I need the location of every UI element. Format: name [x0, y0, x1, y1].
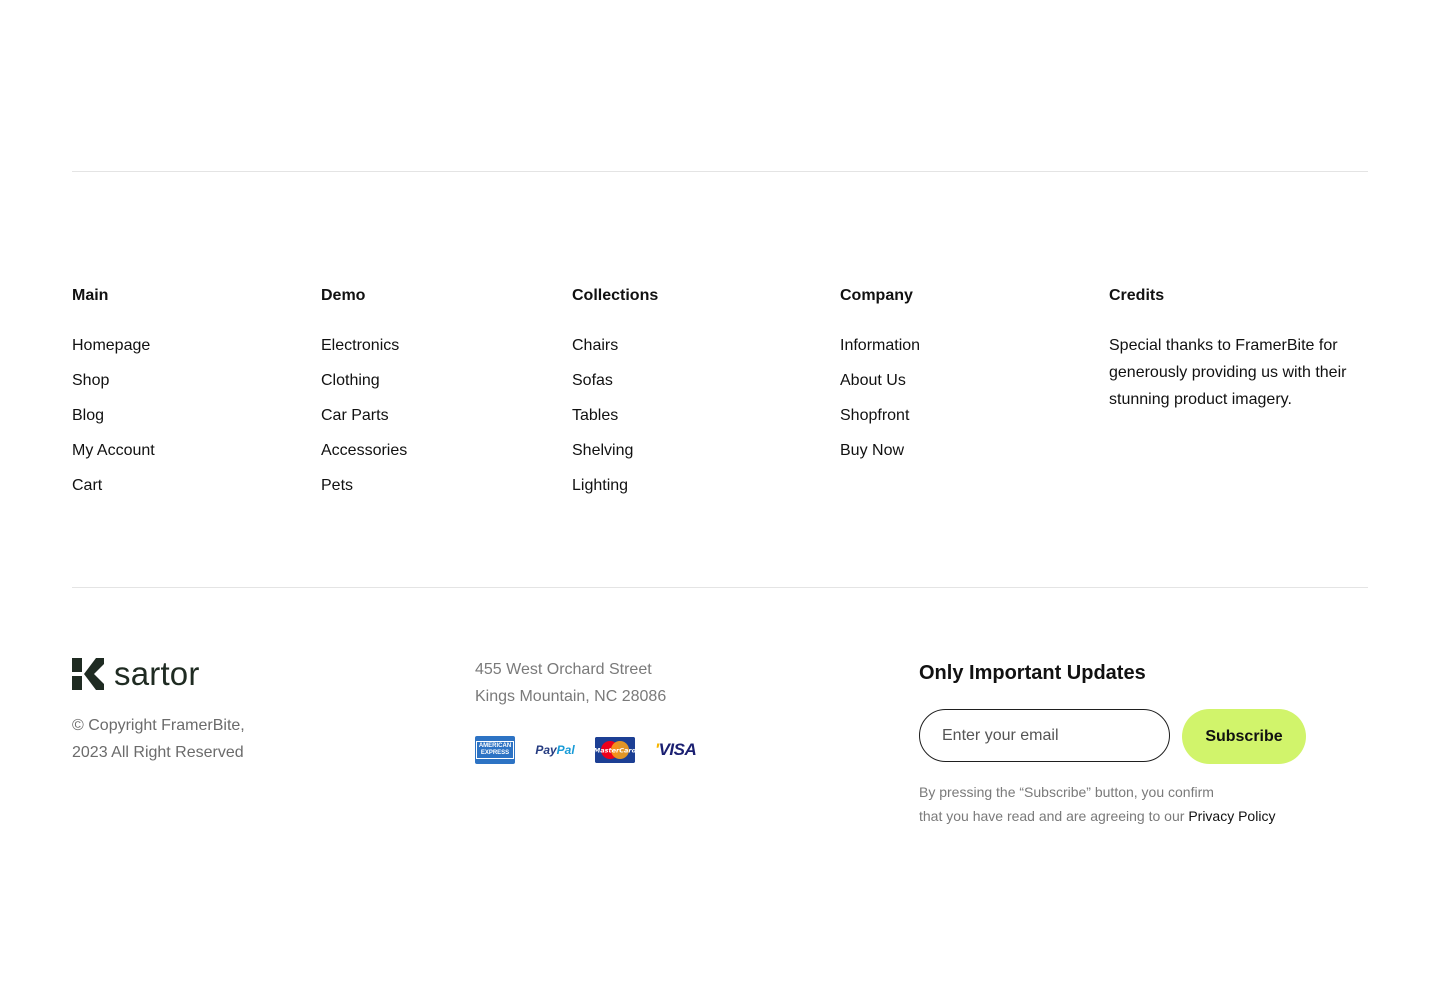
subscribe-disclaimer: By pressing the “Subscribe” button, you …	[919, 780, 1319, 828]
footer-column-company: Company Information About Us Shopfront B…	[840, 286, 920, 476]
copyright-text: © Copyright FramerBite, 2023 All Right R…	[72, 712, 292, 766]
footer-link-shelving[interactable]: Shelving	[572, 442, 633, 459]
footer-link-lighting[interactable]: Lighting	[572, 477, 628, 494]
column-title: Collections	[572, 287, 659, 304]
footer-link-homepage[interactable]: Homepage	[72, 337, 150, 354]
disclaimer-line-2: that you have read and are agreeing to o…	[919, 804, 1319, 828]
subscribe-button[interactable]: Subscribe	[1182, 709, 1306, 764]
column-title: Credits	[1109, 287, 1165, 304]
address-line: 455 West Orchard Street	[475, 661, 652, 678]
footer-column-credits: Credits Special thanks to FramerBite for…	[1109, 286, 1367, 413]
brand-logo[interactable]: sartor	[72, 656, 200, 692]
footer-link-tables[interactable]: Tables	[572, 407, 618, 424]
disclaimer-line: that you have read and are agreeing to o…	[919, 808, 1185, 824]
mastercard-text: MasterCard	[595, 747, 635, 755]
address-block: 455 West Orchard Street Kings Mountain, …	[475, 656, 666, 710]
sartor-logo-icon	[72, 658, 104, 690]
paypal-icon: Pay Pal	[535, 743, 575, 757]
footer-link-accessories[interactable]: Accessories	[321, 442, 407, 459]
copyright-line: 2023 All Right Reserved	[72, 744, 244, 761]
logo-text: sartor	[114, 655, 200, 692]
amex-text: EXPRESS	[480, 750, 510, 756]
mastercard-circles: MasterCard	[595, 737, 635, 763]
footer-link-electronics[interactable]: Electronics	[321, 337, 399, 354]
amex-text: AMERICAN	[478, 743, 512, 749]
footer-link-blog[interactable]: Blog	[72, 407, 104, 424]
email-input[interactable]	[919, 709, 1170, 762]
column-title: Main	[72, 287, 109, 304]
footer-link-cart[interactable]: Cart	[72, 477, 102, 494]
mastercard-icon: MasterCard	[595, 737, 635, 763]
footer-link-shop[interactable]: Shop	[72, 372, 109, 389]
footer-link-pets[interactable]: Pets	[321, 477, 353, 494]
privacy-policy-link[interactable]: Privacy Policy	[1188, 808, 1275, 824]
newsletter-title: Only Important Updates	[919, 662, 1146, 684]
column-title: Company	[840, 287, 913, 304]
bottom-divider	[72, 587, 1368, 588]
copyright-line: © Copyright FramerBite,	[72, 717, 245, 734]
footer-link-shopfront[interactable]: Shopfront	[840, 407, 909, 424]
footer-link-sofas[interactable]: Sofas	[572, 372, 613, 389]
footer-link-my-account[interactable]: My Account	[72, 442, 155, 459]
footer-column-demo: Demo Electronics Clothing Car Parts Acce…	[321, 286, 407, 511]
column-title: Demo	[321, 287, 366, 304]
footer-link-buy-now[interactable]: Buy Now	[840, 442, 904, 459]
footer-link-information[interactable]: Information	[840, 337, 920, 354]
footer-page: Main Homepage Shop Blog My Account Cart …	[0, 0, 1440, 1000]
top-divider	[72, 171, 1368, 172]
visa-text: VISA	[658, 740, 697, 759]
footer-link-about-us[interactable]: About Us	[840, 372, 906, 389]
credits-text: Special thanks to FramerBite for generou…	[1109, 337, 1347, 408]
disclaimer-line: By pressing the “Subscribe” button, you …	[919, 784, 1214, 800]
paypal-text: Pay	[535, 743, 557, 757]
footer-link-clothing[interactable]: Clothing	[321, 372, 380, 389]
amex-icon: AMERICAN EXPRESS	[475, 736, 515, 764]
footer-column-main: Main Homepage Shop Blog My Account Cart	[72, 286, 155, 511]
address-line: Kings Mountain, NC 28086	[475, 688, 667, 705]
visa-icon: ′ VISA	[655, 740, 697, 759]
footer-column-collections: Collections Chairs Sofas Tables Shelving…	[572, 286, 658, 511]
paypal-text: Pal	[556, 743, 575, 757]
footer-link-car-parts[interactable]: Car Parts	[321, 407, 389, 424]
payment-methods: AMERICAN EXPRESS Pay Pal MasterCard ′ VISA	[475, 736, 716, 764]
footer-link-chairs[interactable]: Chairs	[572, 337, 618, 354]
